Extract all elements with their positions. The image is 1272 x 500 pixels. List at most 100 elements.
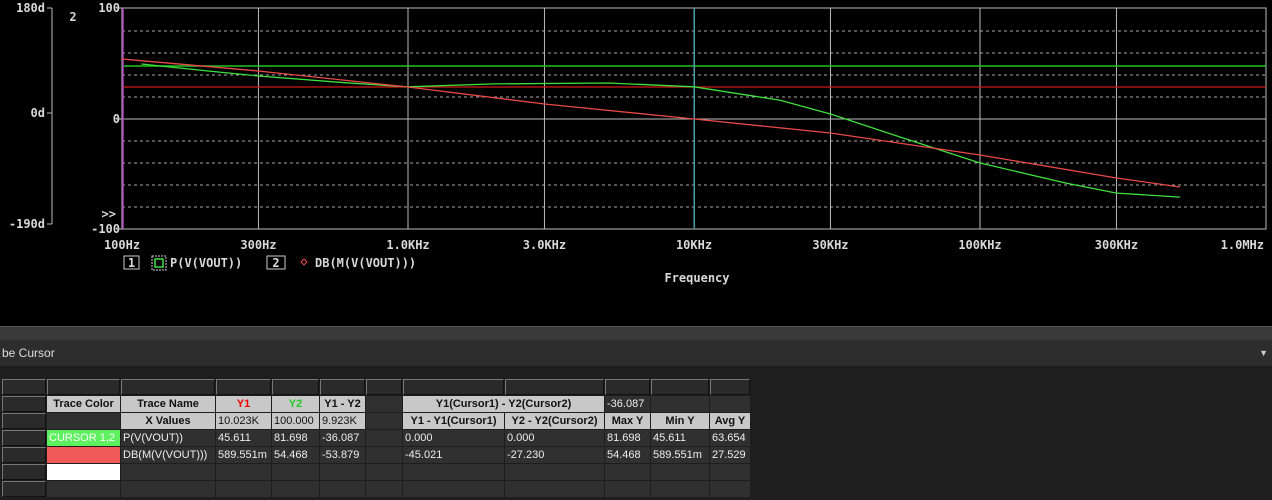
axis-2-tick-label: 0 bbox=[113, 112, 120, 126]
table-cell: 81.698 bbox=[605, 430, 650, 446]
table-cell bbox=[605, 481, 650, 497]
panel-title: be Cursor bbox=[2, 346, 55, 360]
trace-color-swatch[interactable] bbox=[47, 447, 120, 463]
table-cell bbox=[651, 464, 709, 480]
cursor-table-container: Trace Color Trace Name Y1 Y2 Y1 - Y2 Y1(Curso… bbox=[0, 366, 1272, 500]
axis-2-label: 2 bbox=[69, 10, 76, 24]
table-cell: Y2 - Y2(Cursor2) bbox=[505, 413, 604, 429]
table-cell bbox=[403, 464, 504, 480]
row-header-button[interactable] bbox=[216, 379, 271, 395]
trace-color-swatch[interactable] bbox=[47, 464, 120, 480]
x-tick-label: 100Hz bbox=[104, 238, 140, 252]
row-header-button[interactable] bbox=[2, 481, 46, 497]
table-row bbox=[2, 481, 750, 497]
table-row: X Values 10.023K 100.000 9.923K Y1 - Y1(Curs… bbox=[2, 413, 750, 429]
row-header-button[interactable] bbox=[272, 379, 319, 395]
row-header-button[interactable] bbox=[2, 447, 46, 463]
x-tick-label: 3.0KHz bbox=[523, 238, 566, 252]
table-cell bbox=[505, 464, 604, 480]
table-cell: -27.230 bbox=[505, 447, 604, 463]
table-cell bbox=[505, 481, 604, 497]
table-cell bbox=[366, 447, 402, 463]
table-cell: 9.923K bbox=[320, 413, 365, 429]
table-cell bbox=[121, 464, 215, 480]
table-cell bbox=[651, 396, 709, 412]
axis-marker: >> bbox=[102, 207, 116, 221]
row-header-button[interactable] bbox=[651, 379, 709, 395]
row-header-button[interactable] bbox=[710, 379, 750, 395]
table-row bbox=[2, 464, 750, 480]
table-cell: 27.529 bbox=[710, 447, 750, 463]
x-tick-label: 1.0KHz bbox=[386, 238, 429, 252]
row-header-button[interactable] bbox=[403, 379, 504, 395]
cursor-table: Trace Color Trace Name Y1 Y2 Y1 - Y2 Y1(Curso… bbox=[1, 378, 751, 498]
legend-label-db[interactable]: DB(M(V(VOUT))) bbox=[315, 256, 416, 270]
table-cell bbox=[710, 464, 750, 480]
table-cell bbox=[651, 481, 709, 497]
table-cell bbox=[710, 396, 750, 412]
axis-1-tick-label: -190d bbox=[9, 217, 45, 231]
table-cell: Y1 - Y1(Cursor1) bbox=[403, 413, 504, 429]
table-cell bbox=[272, 464, 319, 480]
table-cell bbox=[366, 396, 402, 412]
table-cell: 100.000 bbox=[272, 413, 319, 429]
table-cell: Y1(Cursor1) - Y2(Cursor2) bbox=[403, 396, 604, 412]
square-marker-icon bbox=[154, 258, 164, 268]
legend-label-phase[interactable]: P(V(VOUT)) bbox=[170, 256, 242, 270]
chevron-down-icon[interactable]: ▼ bbox=[1259, 348, 1268, 358]
table-cell: Trace Color bbox=[47, 396, 120, 412]
table-cell: 63.654 bbox=[710, 430, 750, 446]
table-cell bbox=[320, 464, 365, 480]
legend-index-2: 2 bbox=[272, 256, 279, 270]
axis-2-tick-label: 100 bbox=[98, 1, 120, 15]
table-cell: -45.021 bbox=[403, 447, 504, 463]
row-header-button[interactable] bbox=[47, 379, 120, 395]
table-cell: 45.611 bbox=[216, 430, 271, 446]
table-row: Trace Color Trace Name Y1 Y2 Y1 - Y2 Y1(Curso… bbox=[2, 396, 750, 412]
bode-plot[interactable]: 100Hz 300Hz 1.0KHz 3.0KHz 10KHz 30KHz 100KHz 30… bbox=[0, 0, 1272, 326]
table-cell: 0.000 bbox=[403, 430, 504, 446]
table-cell: 589.551m bbox=[216, 447, 271, 463]
splitter[interactable] bbox=[0, 326, 1272, 340]
row-header-button[interactable] bbox=[605, 379, 650, 395]
table-cell: -36.087 bbox=[320, 430, 365, 446]
table-cell bbox=[710, 481, 750, 497]
row-header-button[interactable] bbox=[2, 413, 46, 429]
table-cell bbox=[366, 464, 402, 480]
axis-2-tick-label: -100 bbox=[91, 222, 120, 236]
x-tick-label: 300KHz bbox=[1095, 238, 1138, 252]
table-cell: Min Y bbox=[651, 413, 709, 429]
table-cell: 589.551m bbox=[651, 447, 709, 463]
row-header-button[interactable] bbox=[2, 430, 46, 446]
table-cell bbox=[272, 481, 319, 497]
row-header-button[interactable] bbox=[320, 379, 365, 395]
table-cell bbox=[605, 464, 650, 480]
x-axis-label: Frequency bbox=[664, 271, 729, 285]
table-cell: -36.087 bbox=[605, 396, 650, 412]
table-cell bbox=[403, 481, 504, 497]
table-row: DB(M(V(VOUT))) 589.551m 54.468 -53.879 -45.0… bbox=[2, 447, 750, 463]
row-header-button[interactable] bbox=[366, 379, 402, 395]
row-header-button[interactable] bbox=[121, 379, 215, 395]
row-header-button[interactable] bbox=[2, 464, 46, 480]
table-cell bbox=[47, 413, 120, 429]
table-cell: Avg Y bbox=[710, 413, 750, 429]
table-cell: 0.000 bbox=[505, 430, 604, 446]
row-header-button[interactable] bbox=[2, 379, 46, 395]
x-tick-label: 10KHz bbox=[676, 238, 712, 252]
x-tick-label: 1.0MHz bbox=[1221, 238, 1264, 252]
trace-color-swatch[interactable]: CURSOR 1,2 bbox=[47, 430, 120, 446]
table-cell bbox=[216, 464, 271, 480]
table-cell: Y1 - Y2 bbox=[320, 396, 365, 412]
x-tick-label: 30KHz bbox=[812, 238, 848, 252]
row-header-button[interactable] bbox=[2, 396, 46, 412]
table-cell: 10.023K bbox=[216, 413, 271, 429]
x-tick-label: 300Hz bbox=[240, 238, 276, 252]
row-header-button[interactable] bbox=[505, 379, 604, 395]
table-cell: Y2 bbox=[272, 396, 319, 412]
table-cell: -53.879 bbox=[320, 447, 365, 463]
table-cell bbox=[121, 481, 215, 497]
legend-focus-box bbox=[151, 255, 167, 271]
table-cell bbox=[320, 481, 365, 497]
table-cell: 54.468 bbox=[272, 447, 319, 463]
